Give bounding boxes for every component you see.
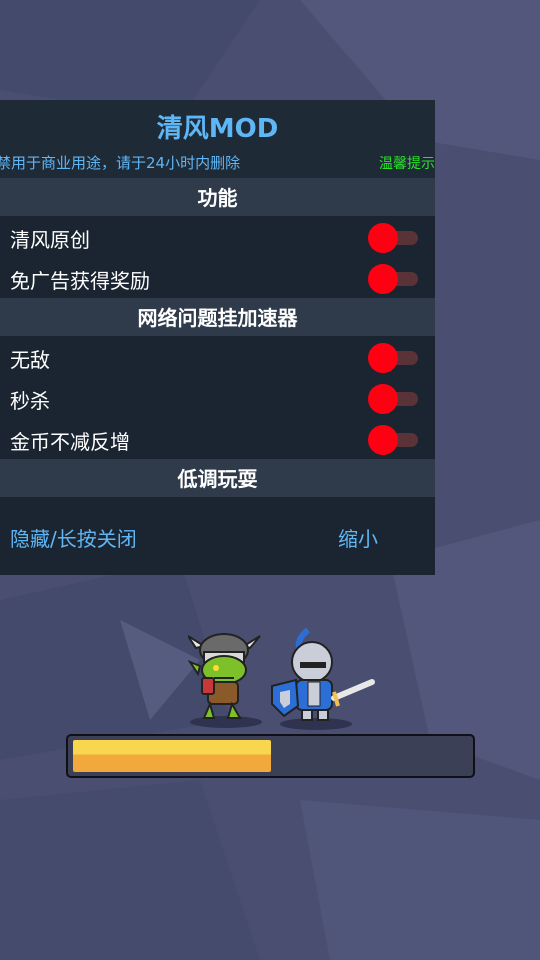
toggle-knob (368, 223, 398, 253)
notice-row: 禁用于商业用途，请于24小时内删除 温馨提示 (0, 150, 435, 178)
feature-label: 无敌 (10, 348, 50, 372)
toggle-knob (368, 343, 398, 373)
hide-button[interactable]: 隐藏/长按关闭 (10, 523, 137, 552)
feature-row-invincible: 无敌 (0, 336, 435, 377)
knight-character (271, 628, 375, 730)
toggle-knob (368, 384, 398, 414)
feature-row-no-ads: 免广告获得奖励 (0, 257, 435, 298)
feature-row-gold: 金币不减反增 (0, 418, 435, 459)
menu-title: 清风MOD (156, 114, 279, 144)
feature-toggle[interactable] (368, 343, 420, 373)
feature-label: 清风原创 (10, 228, 90, 252)
feature-row-original: 清风原创 (0, 216, 435, 257)
section-header-features: 功能 (0, 178, 435, 216)
feature-toggle[interactable] (368, 223, 420, 253)
feature-toggle[interactable] (368, 425, 420, 455)
feature-label: 金币不减反增 (10, 430, 130, 454)
shrink-button[interactable]: 缩小 (338, 523, 378, 552)
section-header-footer: 低调玩耍 (0, 459, 435, 497)
section-header-network: 网络问题挂加速器 (0, 298, 435, 336)
progress-bar-fill (73, 740, 271, 772)
goblin-character (188, 633, 262, 728)
menu-title-bar: 清风MOD (0, 100, 435, 150)
feature-label: 秒杀 (10, 389, 50, 413)
feature-label: 免广告获得奖励 (10, 269, 150, 293)
mod-menu-panel: 清风MOD 禁用于商业用途，请于24小时内删除 温馨提示 功能 清风原创 免广告… (0, 100, 435, 575)
tip-link[interactable]: 温馨提示 (379, 153, 435, 173)
action-row: 隐藏/长按关闭 缩小 (0, 497, 435, 575)
toggle-knob (368, 264, 398, 294)
feature-toggle[interactable] (368, 384, 420, 414)
toggle-knob (368, 425, 398, 455)
progress-bar (66, 734, 475, 778)
notice-text: 禁用于商业用途，请于24小时内删除 (0, 154, 241, 172)
feature-toggle[interactable] (368, 264, 420, 294)
feature-row-one-hit-kill: 秒杀 (0, 377, 435, 418)
